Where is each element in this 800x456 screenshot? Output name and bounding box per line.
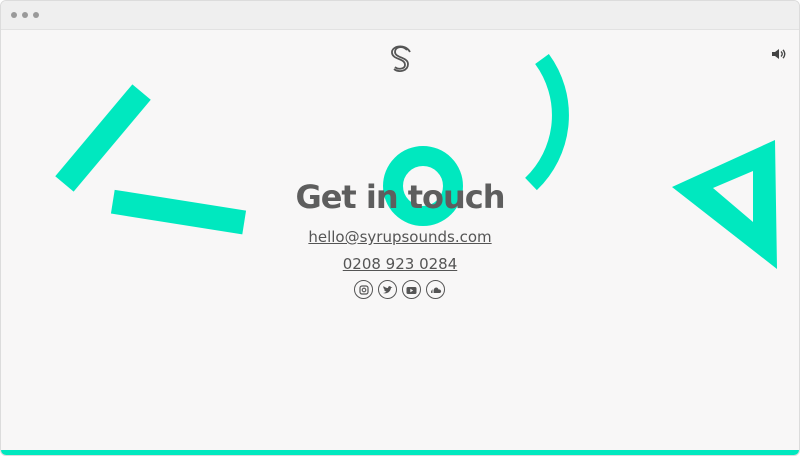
social-links — [354, 280, 445, 302]
accent-bottom-bar — [1, 450, 799, 455]
instagram-icon — [358, 284, 369, 295]
youtube-button[interactable] — [402, 280, 421, 299]
browser-window: Get in touch hello@syrupsounds.com 0208 … — [0, 0, 800, 456]
page-content: Get in touch hello@syrupsounds.com 0208 … — [1, 30, 799, 455]
instagram-button[interactable] — [354, 280, 373, 299]
twitter-button[interactable] — [378, 280, 397, 299]
phone-link[interactable]: 0208 923 0284 — [1, 255, 799, 273]
arc-shape — [524, 53, 569, 191]
s-monogram-logo-icon[interactable] — [388, 44, 414, 76]
diagonal-bar-shape — [55, 84, 151, 192]
window-control-maximize[interactable] — [33, 12, 39, 18]
twitter-icon — [383, 285, 393, 293]
soundcloud-button[interactable] — [426, 280, 445, 299]
soundcloud-icon — [430, 287, 441, 293]
window-control-minimize[interactable] — [22, 12, 28, 18]
window-titlebar — [1, 1, 799, 30]
page-title: Get in touch — [295, 178, 505, 216]
window-control-close[interactable] — [11, 12, 17, 18]
email-link[interactable]: hello@syrupsounds.com — [1, 228, 799, 246]
youtube-icon — [406, 286, 417, 294]
speaker-icon[interactable] — [771, 48, 787, 60]
